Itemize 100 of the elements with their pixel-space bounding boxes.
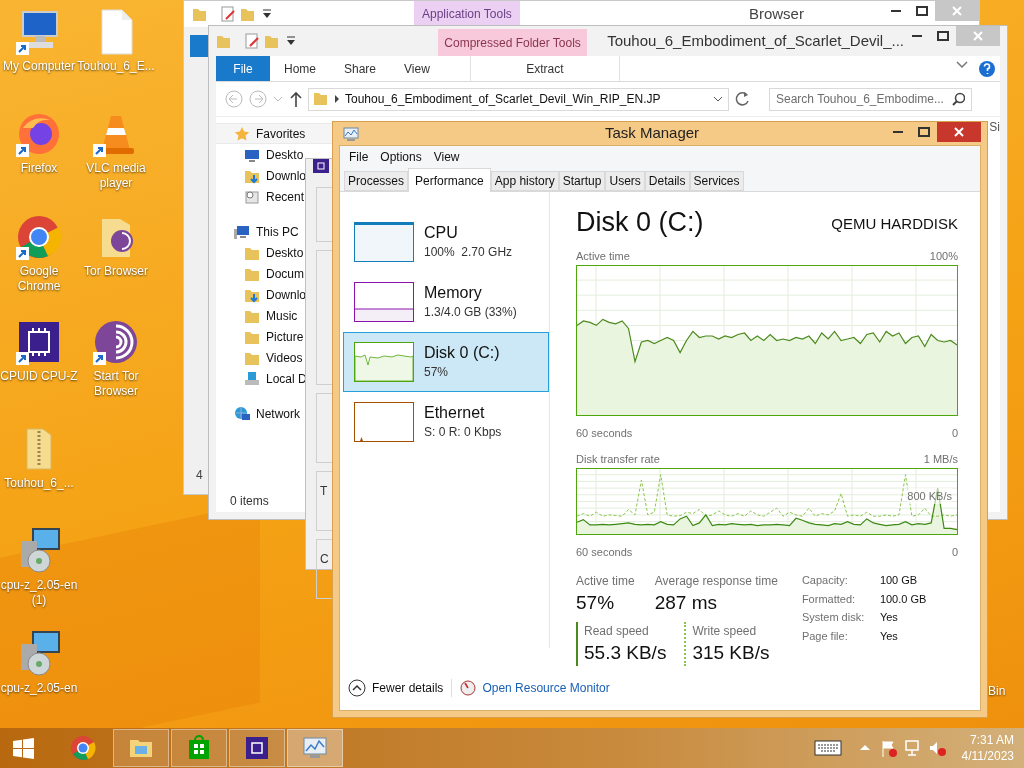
onion-icon[interactable] <box>92 318 140 366</box>
address-text: Touhou_6_Embodiment_of_Scarlet_Devil_Win_RIP_EN.JP <box>345 91 662 108</box>
search-icon[interactable] <box>951 92 965 106</box>
context-tab[interactable]: Application Tools <box>414 1 520 27</box>
close-icon <box>952 6 962 16</box>
resource-item[interactable]: CPU 100% 2.70 GHz <box>343 212 549 272</box>
resource-item[interactable]: Ethernet S: 0 R: 0 Kbps <box>343 392 549 452</box>
axis-max-label: 1 MB/s <box>923 452 958 467</box>
tab[interactable]: Users <box>605 171 645 191</box>
tab[interactable]: Details <box>644 171 690 191</box>
property-value: 100 GB <box>879 573 919 588</box>
start-button[interactable] <box>10 735 37 761</box>
close-button[interactable] <box>937 122 981 142</box>
maximize-icon <box>916 6 928 16</box>
ribbon-tab[interactable]: Extract <box>469 56 620 81</box>
axis-label: 0 <box>951 425 958 441</box>
tab[interactable]: Performance <box>408 168 491 192</box>
flag-icon[interactable] <box>879 739 898 757</box>
stat-label: Read speed <box>584 623 650 640</box>
drive-icon <box>244 370 260 387</box>
tab[interactable]: Processes <box>344 171 409 191</box>
property-label: Capacity: <box>801 573 849 588</box>
tab[interactable]: App history <box>490 171 559 191</box>
window-title: Touhou_6_Embodiment_of_Scarlet_Devil_... <box>606 30 904 51</box>
nav-item[interactable]: Music <box>266 306 298 325</box>
resource-monitor-link[interactable]: Open Resource Monitor <box>460 679 610 697</box>
axis-label: 0 <box>951 544 958 560</box>
close-icon <box>973 31 983 41</box>
resource-item[interactable]: Disk 0 (C:) 57% <box>343 332 549 392</box>
ribbon-tab[interactable]: Share <box>330 56 391 81</box>
close-icon <box>954 127 964 137</box>
property-value: Yes <box>879 610 899 625</box>
menu-item[interactable]: View <box>428 148 465 166</box>
nav-item[interactable]: Downlo <box>266 285 307 304</box>
resource-name: Ethernet <box>424 403 486 423</box>
resource-detail: 100% 2.70 GHz <box>424 244 513 261</box>
resource-detail: 57% <box>424 364 450 381</box>
nav-item[interactable]: Deskto <box>266 243 304 262</box>
context-tab[interactable]: Compressed Folder Tools <box>438 29 588 56</box>
folder-icon <box>313 90 328 108</box>
tab[interactable]: Services <box>689 171 744 191</box>
disk-model: QEMU HARDDISK <box>831 213 958 234</box>
property-label: Page file: <box>801 628 849 644</box>
menu-item[interactable]: File <box>344 148 374 166</box>
chip-icon <box>243 734 271 762</box>
stat-value: 55.3 KB/s <box>584 641 667 665</box>
window-title: Browser <box>747 3 805 24</box>
nav-item[interactable]: Videos <box>266 348 303 367</box>
graph-label: Active time <box>576 249 630 264</box>
nav-item[interactable]: Downlo <box>266 166 307 185</box>
properties-icon[interactable] <box>220 5 236 23</box>
column-header[interactable]: Si <box>989 118 1000 134</box>
properties-icon[interactable] <box>244 32 260 50</box>
chrome-icon <box>69 734 97 762</box>
property-value: 100.0 GB <box>879 591 927 607</box>
ribbon-tab[interactable]: View <box>390 56 444 81</box>
star-icon <box>234 125 250 142</box>
axis-label: 800 KB/s <box>907 487 952 504</box>
recent-icon <box>244 188 260 205</box>
graph-label: Disk transfer rate <box>576 452 660 467</box>
taskbar-button[interactable] <box>229 729 285 767</box>
stat-value: 57% <box>576 591 616 615</box>
status-text: 4 <box>196 467 203 484</box>
stat-label: Average response time <box>654 573 778 590</box>
menu-item[interactable]: Options <box>375 148 427 166</box>
stat-value: 287 ms <box>654 591 718 615</box>
nav-item[interactable]: Network <box>256 404 300 423</box>
nav-item[interactable]: Picture <box>266 327 304 346</box>
resource-name: CPU <box>424 223 459 243</box>
property-value: Yes <box>879 628 899 644</box>
axis-max-label: 100% <box>929 249 958 264</box>
stat-label: Write speed <box>692 623 758 640</box>
resource-detail: 1.3/4.0 GB (33%) <box>424 304 517 321</box>
chrome-icon[interactable] <box>15 213 63 261</box>
resource-name: Memory <box>424 283 483 303</box>
resource-name: Disk 0 (C:) <box>424 343 500 363</box>
window-title: Task Manager <box>603 123 701 144</box>
nav-item[interactable]: Deskto <box>266 145 304 164</box>
chip-icon <box>313 159 329 173</box>
search-field[interactable]: Search Touhou_6_Embodime... <box>769 87 972 111</box>
ribbon-tab[interactable]: File <box>216 56 270 81</box>
property-label: Formatted: <box>801 591 857 607</box>
keyboard-icon[interactable] <box>813 738 842 758</box>
nav-item[interactable]: This PC <box>256 222 299 241</box>
property-label: System disk: <box>801 610 866 625</box>
stat-label: Active time <box>576 573 635 590</box>
taskbar-button[interactable] <box>171 729 227 767</box>
resource-item[interactable]: Memory 1.3/4.0 GB (33%) <box>343 272 549 332</box>
chevron-up-icon <box>348 679 366 697</box>
disk-title: Disk 0 (C:) <box>576 206 704 238</box>
gauge-icon <box>460 680 477 696</box>
address-bar[interactable]: Touhou_6_Embodiment_of_Scarlet_Devil_Win_RIP_EN.JP <box>308 87 729 111</box>
ribbon-tab[interactable]: Home <box>270 56 330 81</box>
nav-item[interactable]: Docum <box>266 264 304 283</box>
nav-item[interactable]: Recent <box>266 187 305 206</box>
up-button[interactable] <box>288 89 304 109</box>
file-tab[interactable] <box>190 35 210 57</box>
fewer-details-button[interactable]: Fewer details <box>348 679 444 697</box>
minimize-icon <box>893 131 903 133</box>
tab[interactable]: Startup <box>558 171 606 191</box>
